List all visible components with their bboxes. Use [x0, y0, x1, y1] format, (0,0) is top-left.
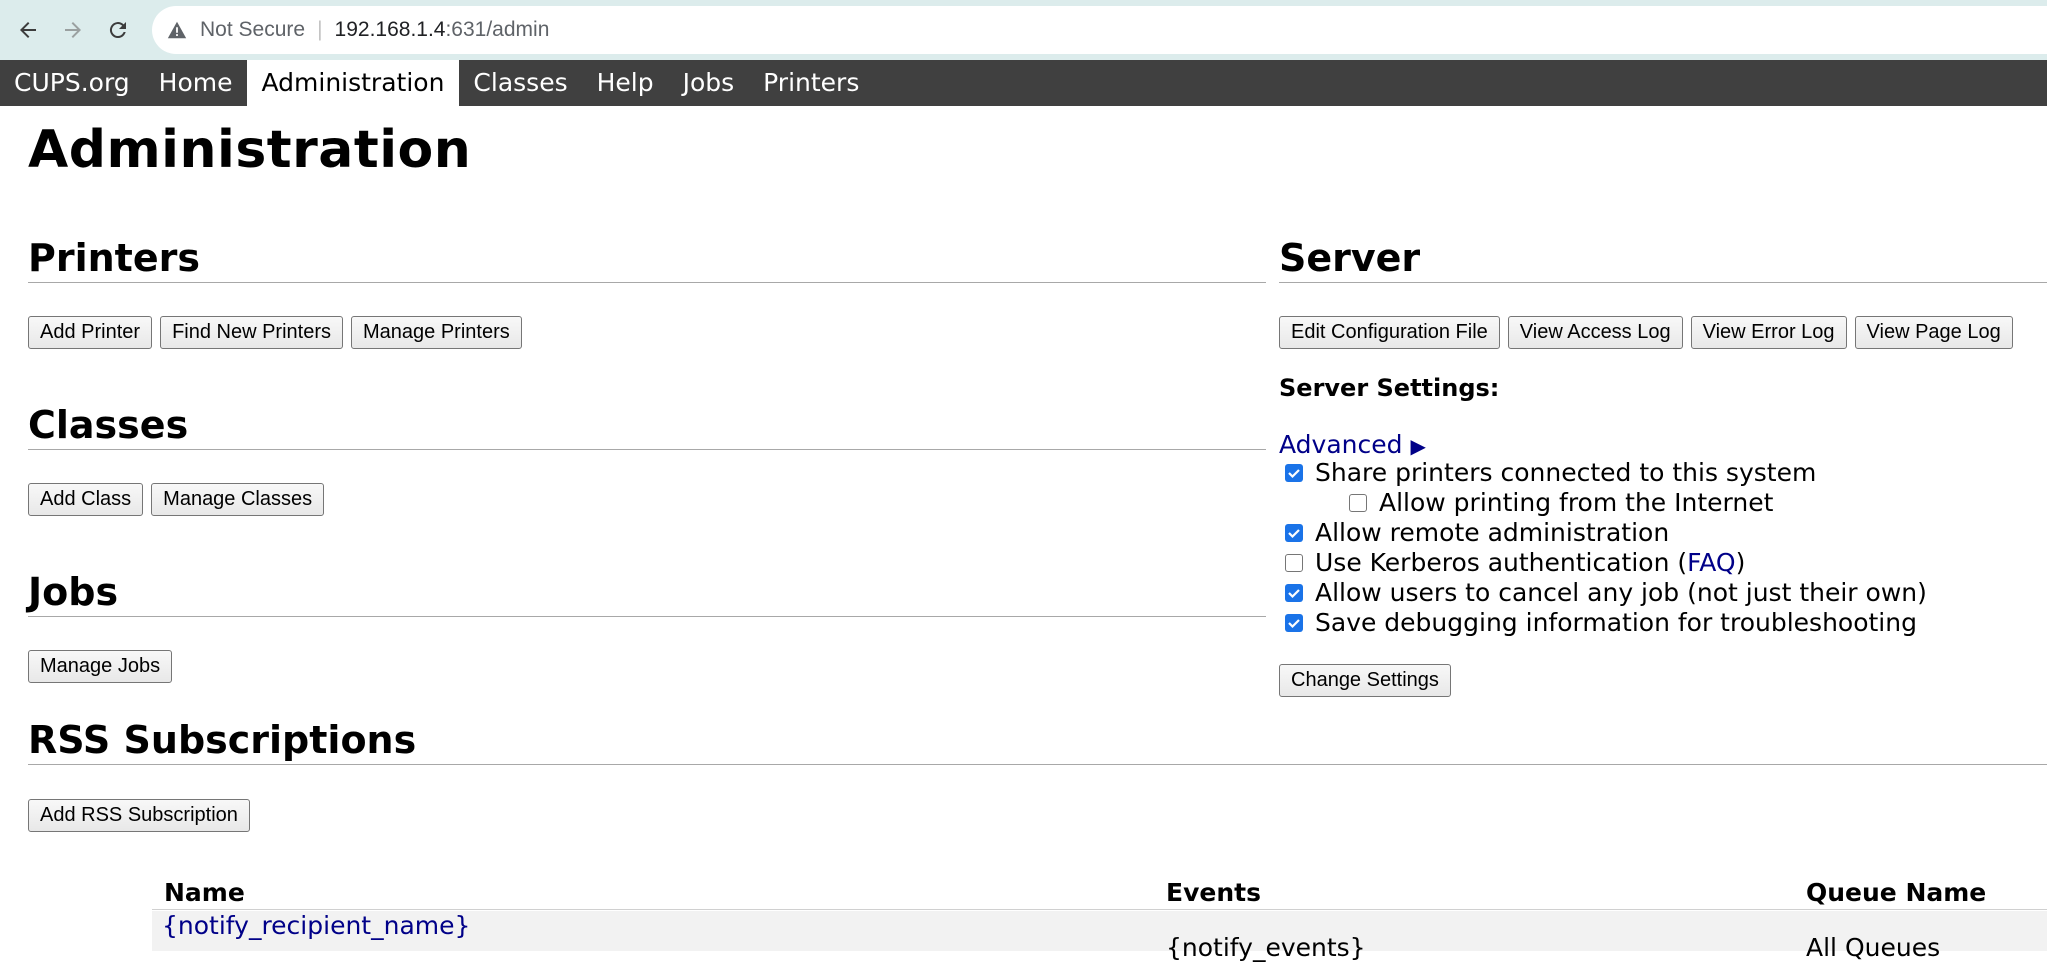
reload-icon[interactable] — [100, 12, 136, 48]
manage-jobs-button[interactable]: Manage Jobs — [28, 650, 173, 683]
manage-printers-button[interactable]: Manage Printers — [351, 316, 522, 349]
page-title: Administration — [28, 120, 472, 180]
rss-buttons: Add RSS Subscription — [28, 799, 250, 832]
rss-heading: RSS Subscriptions — [28, 718, 2047, 765]
debug-info-label: Save debugging information for troublesh… — [1315, 608, 1917, 637]
change-settings-button[interactable]: Change Settings — [1279, 664, 1451, 697]
address-bar[interactable]: Not Secure | 192.168.1.4:631/admin — [152, 6, 2047, 54]
nav-item-help[interactable]: Help — [583, 60, 669, 106]
view-page-log-button[interactable]: View Page Log — [1854, 316, 2013, 349]
kerberos-checkbox[interactable] — [1285, 554, 1303, 572]
faq-link[interactable]: FAQ — [1687, 548, 1735, 578]
forward-arrow-icon[interactable] — [55, 12, 91, 48]
printers-heading: Printers — [28, 236, 1266, 283]
printers-buttons: Add Printer Find New Printers Manage Pri… — [28, 316, 522, 349]
column-events: Events — [1166, 878, 1261, 907]
column-queue-name: Queue Name — [1806, 878, 1987, 907]
jobs-heading: Jobs — [28, 570, 1266, 617]
remote-admin-label: Allow remote administration — [1315, 518, 1670, 547]
nav-item-printers[interactable]: Printers — [749, 60, 874, 106]
url-separator: | — [317, 18, 323, 41]
advanced-label: Advanced — [1279, 430, 1403, 459]
share-printers-label: Share printers connected to this system — [1315, 458, 1817, 487]
option-debug-info[interactable]: Save debugging information for troublesh… — [1285, 608, 1917, 638]
subscription-queue: All Queues — [1806, 933, 1941, 962]
security-label[interactable]: Not Secure — [200, 18, 305, 42]
edit-configuration-file-button[interactable]: Edit Configuration File — [1279, 316, 1500, 349]
triangle-right-icon: ▶ — [1410, 434, 1426, 458]
view-access-log-button[interactable]: View Access Log — [1507, 316, 1683, 349]
option-kerberos[interactable]: Use Kerberos authentication (FAQ) — [1285, 548, 1745, 578]
nav-item-jobs[interactable]: Jobs — [669, 60, 750, 106]
server-heading: Server — [1279, 236, 2047, 283]
server-settings-label: Server Settings: — [1279, 374, 1500, 402]
server-buttons: Edit Configuration File View Access Log … — [1279, 316, 2013, 349]
nav-item-administration[interactable]: Administration — [247, 60, 460, 106]
classes-heading: Classes — [28, 403, 1266, 450]
subscription-name-link[interactable]: {notify_recipient_name} — [162, 911, 470, 940]
back-arrow-icon[interactable] — [10, 12, 46, 48]
kerberos-label: Use Kerberos authentication ( — [1315, 548, 1688, 577]
option-remote-admin[interactable]: Allow remote administration — [1285, 518, 1669, 548]
nav-item-classes[interactable]: Classes — [459, 60, 582, 106]
remote-admin-checkbox[interactable] — [1285, 524, 1303, 542]
change-settings-row: Change Settings — [1279, 664, 1451, 697]
cups-navbar: CUPS.org Home Administration Classes Hel… — [0, 60, 2047, 106]
nav-item-home[interactable]: Home — [145, 60, 248, 106]
option-cancel-any-job[interactable]: Allow users to cancel any job (not just … — [1285, 578, 1927, 608]
nav-item-cups-org[interactable]: CUPS.org — [0, 60, 145, 106]
rss-table-header: Name Events Queue Name — [152, 876, 2047, 910]
browser-toolbar: Not Secure | 192.168.1.4:631/admin — [0, 0, 2047, 60]
classes-buttons: Add Class Manage Classes — [28, 483, 325, 516]
manage-classes-button[interactable]: Manage Classes — [151, 483, 325, 516]
allow-internet-printing-checkbox[interactable] — [1349, 494, 1367, 512]
add-rss-subscription-button[interactable]: Add RSS Subscription — [28, 799, 250, 832]
warning-icon — [167, 21, 187, 39]
add-printer-button[interactable]: Add Printer — [28, 316, 153, 349]
allow-internet-printing-label: Allow printing from the Internet — [1379, 488, 1774, 517]
option-allow-internet-printing[interactable]: Allow printing from the Internet — [1349, 488, 1773, 518]
view-error-log-button[interactable]: View Error Log — [1690, 316, 1847, 349]
cancel-any-job-checkbox[interactable] — [1285, 584, 1303, 602]
find-new-printers-button[interactable]: Find New Printers — [160, 316, 343, 349]
url-host: 192.168.1.4 — [334, 18, 446, 41]
kerberos-label-suffix: ) — [1735, 548, 1746, 577]
cancel-any-job-label: Allow users to cancel any job (not just … — [1315, 578, 1927, 607]
advanced-toggle[interactable]: Advanced ▶ — [1279, 430, 1426, 459]
option-share-printers[interactable]: Share printers connected to this system — [1285, 458, 1816, 488]
subscription-events: {notify_events} — [1166, 933, 1366, 962]
url-path: :631/admin — [445, 18, 550, 41]
share-printers-checkbox[interactable] — [1285, 464, 1303, 482]
jobs-buttons: Manage Jobs — [28, 650, 173, 683]
debug-info-checkbox[interactable] — [1285, 614, 1303, 632]
column-name: Name — [164, 878, 245, 907]
table-row: {notify_recipient_name} {notify_events} … — [152, 911, 2047, 962]
add-class-button[interactable]: Add Class — [28, 483, 144, 516]
